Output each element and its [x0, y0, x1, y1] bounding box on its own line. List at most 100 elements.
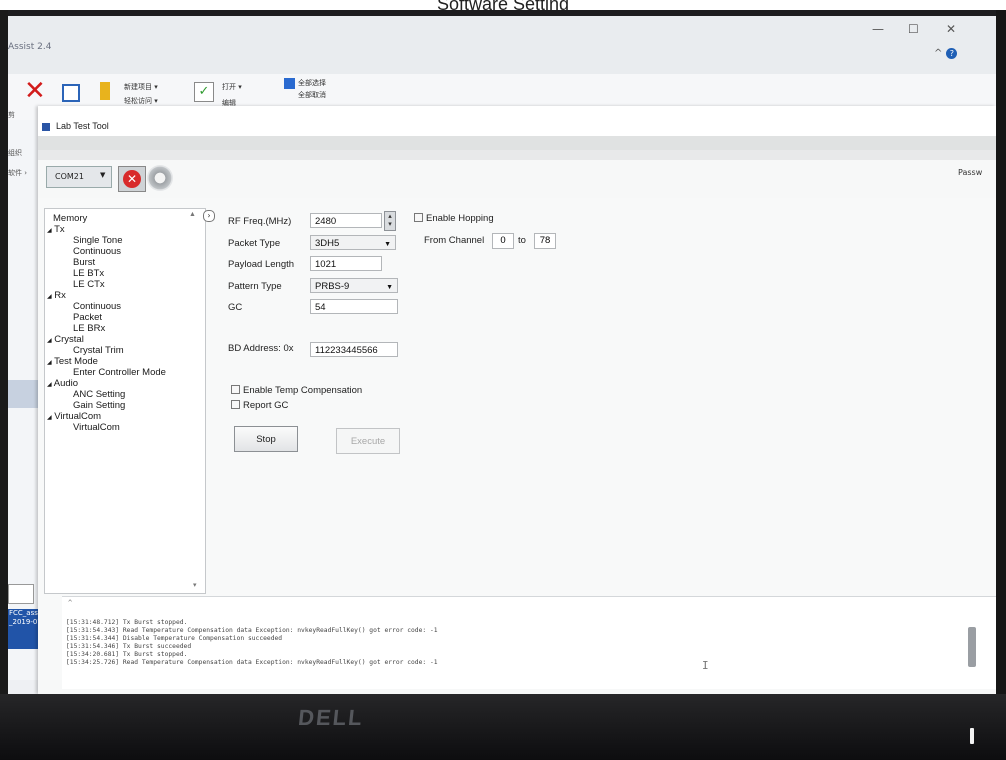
bd-address-input[interactable]: 112233445566	[310, 342, 398, 357]
tree-item-tx-continuous[interactable]: Continuous	[73, 246, 121, 257]
monitor-bezel-right	[996, 10, 1006, 760]
execute-button[interactable]: Execute	[336, 428, 400, 454]
tree-item-memory[interactable]: Memory	[53, 213, 87, 224]
select-all-button[interactable]: 全部选择	[298, 78, 326, 88]
chevron-down-icon: ▼	[384, 241, 391, 248]
minimize-button[interactable]: —	[872, 22, 884, 36]
enable-hopping-checkbox[interactable]: Enable Hopping	[414, 213, 494, 224]
tree-item-tx[interactable]: ◢ Tx	[47, 224, 65, 237]
power-led-icon	[970, 728, 974, 744]
ribbon-left-label: 剪	[8, 111, 15, 119]
rf-freq-input[interactable]: 2480	[310, 213, 382, 228]
tree-item-anc-setting[interactable]: ANC Setting	[73, 389, 125, 400]
log-collapse-icon[interactable]: ^	[68, 599, 72, 607]
to-channel-input[interactable]: 78	[534, 233, 556, 249]
password-label: Passw	[958, 168, 983, 177]
sidebar-label-organize: 组织	[8, 149, 22, 157]
expand-arrow-icon: ◢	[47, 228, 52, 234]
lab-toolbar-strip	[38, 150, 996, 160]
log-line: [15:31:54.346] Tx Burst succeeded	[66, 643, 192, 650]
monitor-bezel-left	[0, 10, 8, 760]
rf-freq-spinner[interactable]: ▴ ▾	[384, 211, 396, 231]
gear-icon[interactable]	[147, 165, 173, 191]
collapse-panel-icon[interactable]: ›	[203, 210, 215, 222]
outer-window-title: Assist 2.4	[8, 42, 52, 52]
folder-icon[interactable]	[100, 82, 110, 100]
pattern-type-value: PRBS-9	[315, 281, 350, 292]
report-gc-checkbox[interactable]: Report GC	[231, 400, 288, 411]
from-channel-label: From Channel	[424, 235, 485, 246]
packet-type-select[interactable]: 3DH5 ▼	[310, 235, 396, 250]
chevron-down-icon: ▼	[100, 171, 106, 179]
gc-label: GC	[228, 302, 243, 313]
chevron-down-icon: ▼	[386, 284, 393, 291]
tree-item-le-brx[interactable]: LE BRx	[73, 323, 105, 334]
tree-item-virtualcom[interactable]: VirtualCom	[73, 422, 120, 433]
rf-freq-label: RF Freq.(MHz)	[228, 216, 292, 227]
tree-item-packet[interactable]: Packet	[73, 312, 102, 323]
com-port-select[interactable]: COM21 ▼	[46, 166, 112, 188]
open-button[interactable]: 打开 ▾	[222, 82, 242, 92]
file-icon[interactable]	[8, 584, 34, 604]
packet-type-value: 3DH5	[315, 238, 340, 249]
close-button[interactable]: ✕	[946, 22, 956, 36]
select-none-button[interactable]: 全部取消	[298, 90, 326, 100]
disconnect-button[interactable]: ✕	[118, 166, 146, 192]
expand-arrow-icon: ◢	[47, 360, 52, 366]
close-circle-icon: ✕	[123, 170, 141, 188]
expand-arrow-icon: ◢	[47, 338, 52, 344]
packet-type-label: Packet Type	[228, 238, 281, 249]
rename-icon[interactable]	[62, 84, 80, 102]
tree-item-crystal-trim[interactable]: Crystal Trim	[73, 345, 124, 356]
bd-address-label: BD Address: 0x	[228, 343, 294, 354]
log-line: [15:31:48.712] Tx Burst stopped.	[66, 619, 188, 626]
payload-length-input[interactable]: 1021	[310, 256, 382, 271]
tree-item-burst[interactable]: Burst	[73, 257, 95, 268]
help-area: ^?	[934, 48, 958, 59]
pattern-type-select[interactable]: PRBS-9 ▼	[310, 278, 398, 293]
log-line: [15:31:54.343] Read Temperature Compensa…	[66, 627, 438, 634]
expand-arrow-icon: ◢	[47, 415, 52, 421]
tree-scroll-up-icon[interactable]: ▲	[189, 211, 196, 218]
outer-window-titlebar: Assist 2.4 — ☐ ✕ ^?	[8, 16, 996, 74]
stop-button[interactable]: Stop	[234, 426, 298, 452]
log-line: [15:34:25.726] Read Temperature Compensa…	[66, 659, 438, 666]
lab-window-title: Lab Test Tool	[56, 121, 109, 131]
log-line: [15:31:54.344] Disable Temperature Compe…	[66, 635, 283, 642]
tree-item-single-tone[interactable]: Single Tone	[73, 235, 122, 246]
tree-item-rx[interactable]: ◢ Rx	[47, 290, 66, 303]
expand-arrow-icon: ◢	[47, 382, 52, 388]
help-icon[interactable]: ?	[946, 48, 958, 59]
lab-window-titlebar: Lab Test Tool	[38, 106, 996, 136]
pattern-type-label: Pattern Type	[228, 281, 282, 292]
lab-test-tool-window: Lab Test Tool Passw COM21 ▼ ✕ ▲ Memory ◢…	[38, 106, 996, 694]
monitor-bezel-bottom	[0, 694, 1006, 760]
sidebar-label-software[interactable]: 软件 ›	[8, 168, 27, 178]
gc-input[interactable]: 54	[310, 299, 398, 314]
lab-menu-strip: Passw	[38, 136, 996, 177]
from-channel-input[interactable]: 0	[492, 233, 514, 249]
payload-length-label: Payload Length	[228, 259, 295, 270]
log-scrollbar[interactable]	[968, 627, 976, 667]
tree-item-rx-continuous[interactable]: Continuous	[73, 301, 121, 312]
selected-item-highlight	[8, 380, 38, 408]
enable-temp-compensation-checkbox[interactable]: Enable Temp Compensation	[231, 385, 362, 396]
new-item-button[interactable]: 新建项目 ▾	[124, 82, 158, 92]
expand-arrow-icon: ◢	[47, 294, 52, 300]
easy-access-button[interactable]: 轻松访问 ▾	[124, 96, 158, 106]
collapse-ribbon-icon[interactable]: ^	[934, 48, 942, 59]
delete-icon[interactable]: ✕	[24, 78, 46, 104]
maximize-button[interactable]: ☐	[908, 22, 919, 36]
app-logo-icon	[42, 123, 50, 131]
tree-scroll-down-icon[interactable]: ▾	[193, 581, 197, 589]
checkbox-icon	[231, 400, 240, 409]
tree-item-gain-setting[interactable]: Gain Setting	[73, 400, 125, 411]
tree-item-le-btx[interactable]: LE BTx	[73, 268, 104, 279]
text-cursor-icon: I	[702, 659, 709, 672]
tree-item-le-ctx[interactable]: LE CTx	[73, 279, 105, 290]
log-output[interactable]: ^ [15:31:48.712] Tx Burst stopped. [15:3…	[62, 596, 996, 689]
log-line: [15:34:20.681] Tx Burst stopped.	[66, 651, 188, 658]
monitor-bezel-top	[0, 10, 1006, 16]
tree-item-enter-controller-mode[interactable]: Enter Controller Mode	[73, 367, 166, 378]
properties-icon[interactable]: ✓	[194, 82, 214, 102]
